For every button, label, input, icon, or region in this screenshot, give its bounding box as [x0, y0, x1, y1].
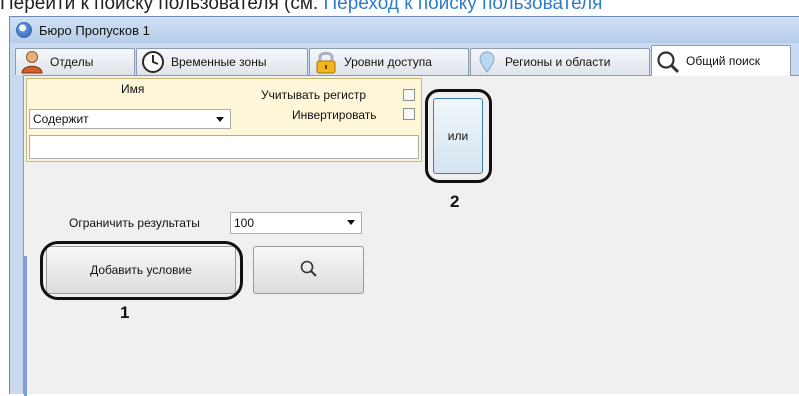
limit-results-value: 100	[234, 216, 255, 230]
tab-departments[interactable]: Отделы	[15, 48, 135, 75]
clock-icon	[140, 50, 166, 74]
region-pin-icon	[474, 50, 500, 74]
field-name-label: Имя	[121, 82, 145, 96]
case-sensitive-checkbox[interactable]	[403, 89, 415, 101]
limit-results-label: Ограничить результаты	[69, 216, 200, 230]
callout-number-2: 2	[450, 192, 460, 211]
tab-strip: Отделы Временные зоны Уровни доступа Рег…	[15, 45, 799, 76]
chevron-down-icon	[347, 220, 355, 225]
tab-regions-label: Регионы и области	[505, 55, 611, 69]
limit-results-select[interactable]: 100	[230, 212, 362, 234]
app-globe-icon	[16, 22, 32, 38]
tab-time-zones[interactable]: Временные зоны	[136, 48, 308, 75]
chevron-down-icon	[216, 117, 224, 122]
tab-time-zones-label: Временные зоны	[171, 55, 267, 69]
tab-general-search[interactable]: Общий поиск	[651, 45, 791, 76]
case-sensitive-label: Учитывать регистр	[261, 88, 367, 102]
window-title: Бюро Пропусков 1	[39, 22, 150, 38]
search-icon	[299, 259, 319, 282]
tab-general-search-label: Общий поиск	[686, 54, 760, 68]
tab-access-levels-label: Уровни доступа	[344, 55, 432, 69]
match-mode-select[interactable]: Содержит	[29, 109, 231, 129]
pass-office-window: Бюро Пропусков 1 Отделы Временные зоны У…	[9, 16, 799, 396]
document-link[interactable]: Переход к поиску пользователя	[323, 0, 602, 14]
document-text-line: Перейти к поиску пользователя (см. Перех…	[0, 0, 602, 15]
invert-checkbox[interactable]	[403, 108, 415, 120]
window-titlebar: Бюро Пропусков 1	[10, 17, 799, 43]
search-icon	[655, 49, 681, 74]
invert-label: Инвертировать	[292, 108, 377, 122]
search-panel: Имя Учитывать регистр Содержит Инвертиро…	[23, 75, 799, 396]
condition-value-input[interactable]	[29, 135, 419, 159]
search-condition-block: Имя Учитывать регистр Содержит Инвертиро…	[26, 78, 422, 162]
person-icon	[19, 50, 45, 74]
match-mode-value: Содержит	[33, 112, 89, 126]
tab-access-levels[interactable]: Уровни доступа	[309, 48, 469, 75]
document-text: Перейти к поиску пользователя (см.	[0, 0, 324, 14]
callout-ring-1	[40, 241, 243, 300]
callout-ring-2	[425, 89, 492, 183]
tab-regions[interactable]: Регионы и области	[470, 48, 650, 75]
tab-departments-label: Отделы	[50, 55, 94, 69]
callout-number-1: 1	[120, 303, 130, 322]
search-button[interactable]	[253, 246, 364, 294]
lock-icon	[313, 50, 339, 74]
panel-left-stripe	[24, 256, 27, 396]
